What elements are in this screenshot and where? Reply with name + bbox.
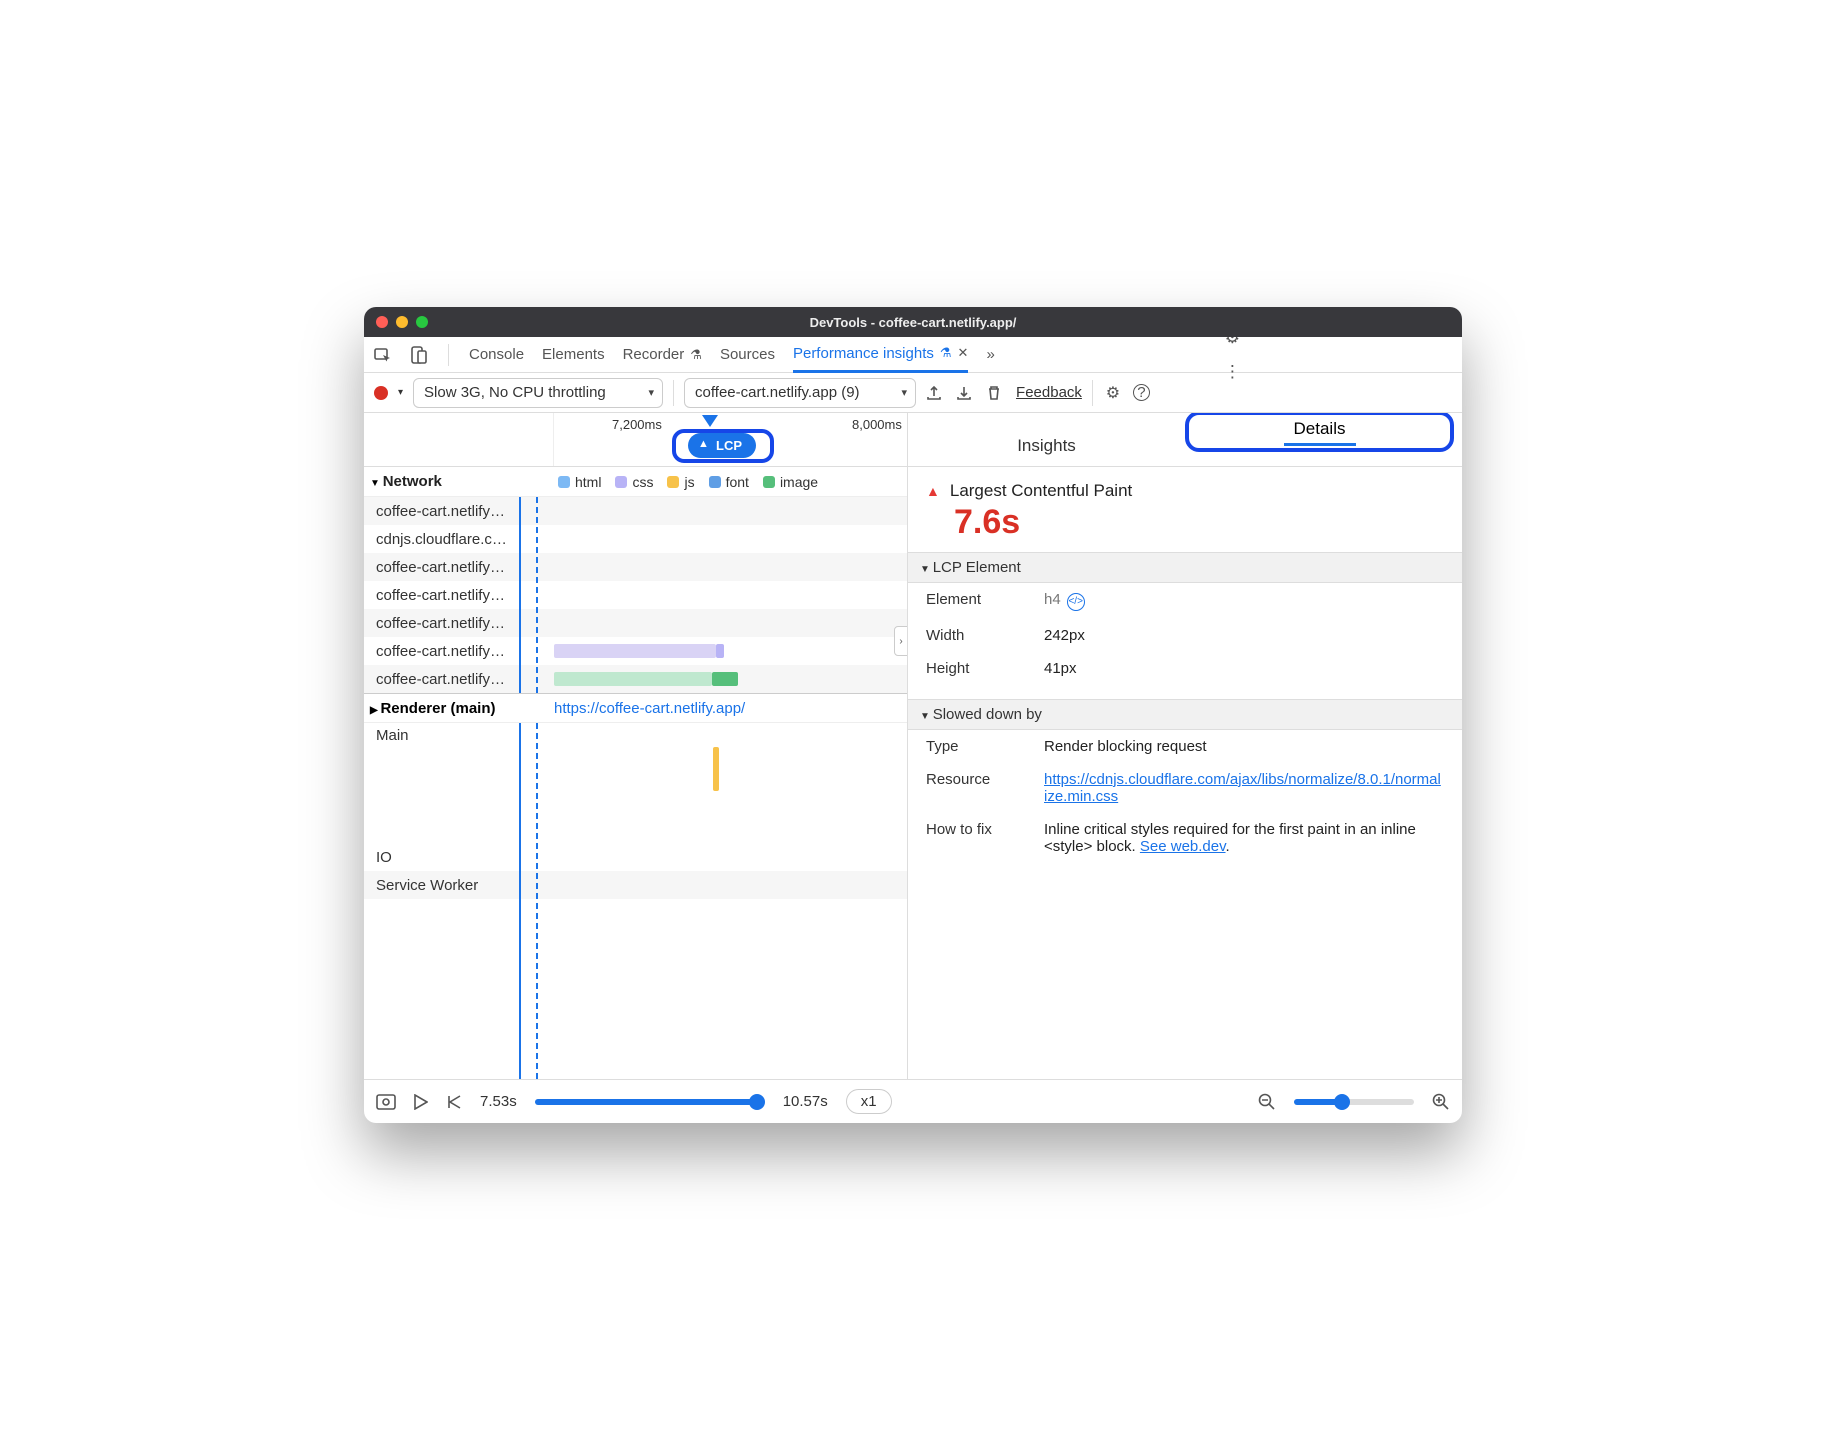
time-tick: 7,200ms <box>612 417 662 432</box>
screenshot-toggle-icon[interactable] <box>376 1094 396 1110</box>
network-row[interactable]: coffee-cart.netlify… <box>364 637 907 665</box>
element-tag: h4 <box>1044 591 1061 608</box>
lcp-marker[interactable]: LCP <box>688 433 756 458</box>
network-row[interactable]: coffee-cart.netlify… <box>364 609 907 637</box>
network-row[interactable]: coffee-cart.netlify… <box>364 497 907 525</box>
window-title: DevTools - coffee-cart.netlify.app/ <box>810 315 1017 330</box>
time-end: 10.57s <box>783 1093 828 1110</box>
inspect-icon[interactable] <box>374 346 392 364</box>
zoom-out-icon[interactable] <box>1258 1093 1276 1111</box>
tab-performance-insights[interactable]: Performance insights ⚗ ✕ <box>793 337 968 373</box>
playback-slider[interactable] <box>535 1099 765 1105</box>
time-ruler[interactable]: 7,200ms 8,000ms LCP <box>554 413 907 466</box>
window-minimize-icon[interactable] <box>396 316 408 328</box>
more-tabs-icon[interactable]: » <box>986 346 994 363</box>
metric-value: 7.6s <box>954 503 1444 542</box>
panel-settings-icon[interactable]: ⚙ <box>1103 383 1123 403</box>
delete-icon[interactable] <box>986 385 1006 401</box>
close-icon[interactable]: ✕ <box>958 345 969 361</box>
playback-bar: 7.53s 10.57s x1 <box>364 1079 1462 1123</box>
playhead-line <box>519 723 521 1079</box>
renderer-url[interactable]: https://coffee-cart.netlify.app/ <box>554 700 745 717</box>
export-icon[interactable] <box>926 385 946 401</box>
tab-elements[interactable]: Elements <box>542 346 605 363</box>
network-row[interactable]: coffee-cart.netlify… <box>364 665 907 693</box>
window-zoom-icon[interactable] <box>416 316 428 328</box>
renderer-rows: MainIOService Worker <box>364 723 907 1079</box>
flask-icon: ⚗ <box>940 345 952 361</box>
renderer-row[interactable]: Service Worker <box>364 871 907 899</box>
zoom-level[interactable]: x1 <box>846 1089 892 1114</box>
recording-select[interactable]: coffee-cart.netlify.app (9) <box>684 378 916 408</box>
tab-recorder[interactable]: Recorder ⚗ <box>623 346 702 363</box>
network-row[interactable]: coffee-cart.netlify… <box>364 581 907 609</box>
renderer-row[interactable]: Main <box>364 723 907 843</box>
tab-details[interactable]: Details <box>1185 413 1462 466</box>
details-panel: Insights Details Largest Contentful Pain… <box>908 413 1462 1079</box>
main-tab-bar: Console Elements Recorder ⚗ Sources Perf… <box>364 337 1462 373</box>
device-toggle-icon[interactable] <box>410 346 428 364</box>
import-icon[interactable] <box>956 385 976 401</box>
resource-link[interactable]: https://cdnjs.cloudflare.com/ajax/libs/n… <box>1044 771 1441 805</box>
network-section-toggle[interactable]: Network <box>364 473 554 490</box>
legend-chip-image[interactable]: image <box>763 474 818 490</box>
fix-text: Inline critical styles required for the … <box>1044 821 1444 855</box>
feedback-link[interactable]: Feedback <box>1016 384 1082 401</box>
time-start: 7.53s <box>480 1093 517 1110</box>
throttling-select[interactable]: Slow 3G, No CPU throttling <box>413 378 663 408</box>
legend-chip-css[interactable]: css <box>615 474 653 490</box>
record-menu-icon[interactable]: ▾ <box>398 387 403 398</box>
network-row[interactable]: cdnjs.cloudflare.c… <box>364 525 907 553</box>
playhead-line <box>519 497 521 693</box>
lcp-width: 242px <box>1044 627 1444 644</box>
play-icon[interactable] <box>414 1094 428 1110</box>
flask-icon: ⚗ <box>690 347 702 363</box>
legend-chip-js[interactable]: js <box>667 474 694 490</box>
tab-insights[interactable]: Insights <box>908 436 1185 466</box>
zoom-slider[interactable] <box>1294 1099 1414 1105</box>
perf-toolbar: ▾ Slow 3G, No CPU throttling coffee-cart… <box>364 373 1462 413</box>
timeline-panel: › 7,200ms 8,000ms LCP Network htmlcssjsf… <box>364 413 908 1079</box>
help-icon[interactable]: ? <box>1133 384 1150 401</box>
slowed-type: Render blocking request <box>1044 738 1444 755</box>
legend-chip-html[interactable]: html <box>558 474 601 490</box>
time-tick: 8,000ms <box>852 417 902 432</box>
annotation-highlight: Details <box>1185 413 1454 452</box>
lcp-element-header[interactable]: LCP Element <box>908 552 1462 583</box>
network-row[interactable]: coffee-cart.netlify… <box>364 553 907 581</box>
lcp-line <box>536 723 538 1079</box>
lcp-height: 41px <box>1044 660 1444 677</box>
lcp-line <box>536 497 538 693</box>
window-close-icon[interactable] <box>376 316 388 328</box>
metric-name: Largest Contentful Paint <box>926 481 1444 501</box>
devtools-window: DevTools - coffee-cart.netlify.app/ Cons… <box>364 307 1462 1123</box>
zoom-in-icon[interactable] <box>1432 1093 1450 1111</box>
legend-chip-font[interactable]: font <box>709 474 749 490</box>
record-button[interactable] <box>374 386 388 400</box>
webdev-link[interactable]: See web.dev <box>1140 838 1226 855</box>
renderer-row[interactable]: IO <box>364 843 907 871</box>
expand-handle[interactable]: › <box>894 626 908 656</box>
network-rows: coffee-cart.netlify…cdnjs.cloudflare.c…c… <box>364 497 907 693</box>
reveal-element-icon[interactable]: </> <box>1067 593 1085 611</box>
renderer-section-toggle[interactable]: Renderer (main) <box>364 700 554 717</box>
jump-start-icon[interactable] <box>446 1094 462 1110</box>
slowed-header[interactable]: Slowed down by <box>908 699 1462 730</box>
tab-sources[interactable]: Sources <box>720 346 775 363</box>
titlebar: DevTools - coffee-cart.netlify.app/ <box>364 307 1462 337</box>
tab-console[interactable]: Console <box>469 346 524 363</box>
